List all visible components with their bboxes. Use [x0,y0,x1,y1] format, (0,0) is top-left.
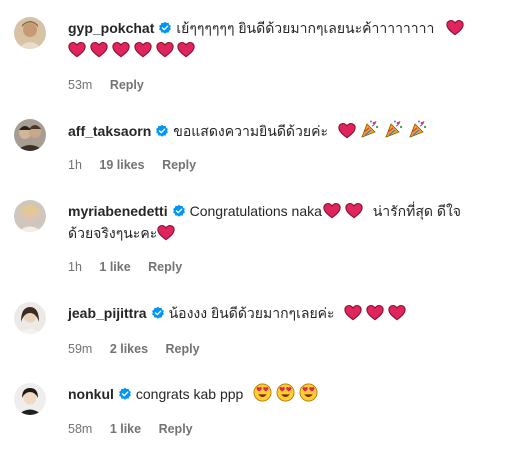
comment-meta: 1h 1 like Reply [68,260,196,274]
username[interactable]: gyp_pokchat [68,20,154,36]
comment-body: เย้ๆๆๆๆๆๆ ยินดีด้วยมากๆเลยนะค้าาาาาาาา [176,20,435,36]
comment-time: 1h [68,158,82,172]
heart-icon [345,202,363,219]
likes-count[interactable]: 2 likes [110,342,148,356]
likes-count[interactable]: 1 like [99,260,130,274]
heart-icon [366,304,384,321]
avatar[interactable] [14,200,46,232]
comment-text: nonkul congrats kab ppp [68,383,488,405]
verified-badge-icon [158,21,172,35]
heart-icon [68,41,86,58]
comment-text: jeab_pijittra น้องงง ยินดีด้วยมากๆเลยค่ะ [68,302,488,324]
reply-button[interactable]: Reply [166,342,200,356]
heart-icon [344,304,362,321]
comment-body-thai: น่ารักที่สุด ดีใจ [372,203,462,219]
reply-button[interactable]: Reply [162,158,196,172]
verified-badge-icon [155,124,169,138]
avatar[interactable] [14,383,46,415]
comment-time: 59m [68,342,93,356]
comment-body: Congratulations naka [189,203,322,219]
verified-badge-icon [151,306,165,320]
comment-body: congrats kab ppp [135,386,244,402]
username[interactable]: jeab_pijittra [68,305,147,321]
comment-time: 53m [68,78,93,92]
comment-text: aff_taksaorn ขอแสดงความยินดีด้วยค่ะ [68,119,488,142]
comment-meta: 53m Reply [68,78,158,92]
verified-badge-icon [118,387,132,401]
likes-count[interactable]: 1 like [110,422,141,436]
avatar[interactable] [14,17,46,49]
heart-icon [134,41,152,58]
heart-icon [177,41,195,58]
heart-eyes-icon [299,383,318,402]
comment-body-thai-line2: ด้วยจริงๆนะคะ [68,225,158,241]
comment-time: 1h [68,260,82,274]
reply-button[interactable]: Reply [159,422,193,436]
heart-icon [90,41,108,58]
party-popper-icon [408,119,428,139]
heart-icon [446,19,464,36]
comment-time: 58m [68,422,93,436]
username[interactable]: aff_taksaorn [68,123,151,139]
comment-text: myriabenedetti Congratulations naka น่ารั… [68,200,488,244]
comment-meta: 58m 1 like Reply [68,422,207,436]
heart-icon [323,202,341,219]
verified-badge-icon [172,204,186,218]
heart-icon [157,224,175,241]
avatar[interactable] [14,119,46,151]
heart-eyes-icon [276,383,295,402]
comment-meta: 59m 2 likes Reply [68,342,214,356]
comment-body: ขอแสดงความยินดีด้วยค่ะ [173,123,328,139]
comment-text: gyp_pokchat เย้ๆๆๆๆๆๆ ยินดีด้วยมากๆเลยนะค… [68,17,488,61]
heart-eyes-icon [253,383,272,402]
username[interactable]: myriabenedetti [68,203,168,219]
heart-icon [388,304,406,321]
party-popper-icon [384,119,404,139]
heart-icon [338,122,356,139]
party-popper-icon [360,119,380,139]
heart-icon [156,41,174,58]
comment-body: น้องงง ยินดีด้วยมากๆเลยค่ะ [168,305,335,321]
avatar[interactable] [14,302,46,334]
reply-button[interactable]: Reply [110,78,144,92]
comment-meta: 1h 19 likes Reply [68,158,210,172]
likes-count[interactable]: 19 likes [99,158,144,172]
username[interactable]: nonkul [68,386,114,402]
heart-icon [112,41,130,58]
reply-button[interactable]: Reply [148,260,182,274]
